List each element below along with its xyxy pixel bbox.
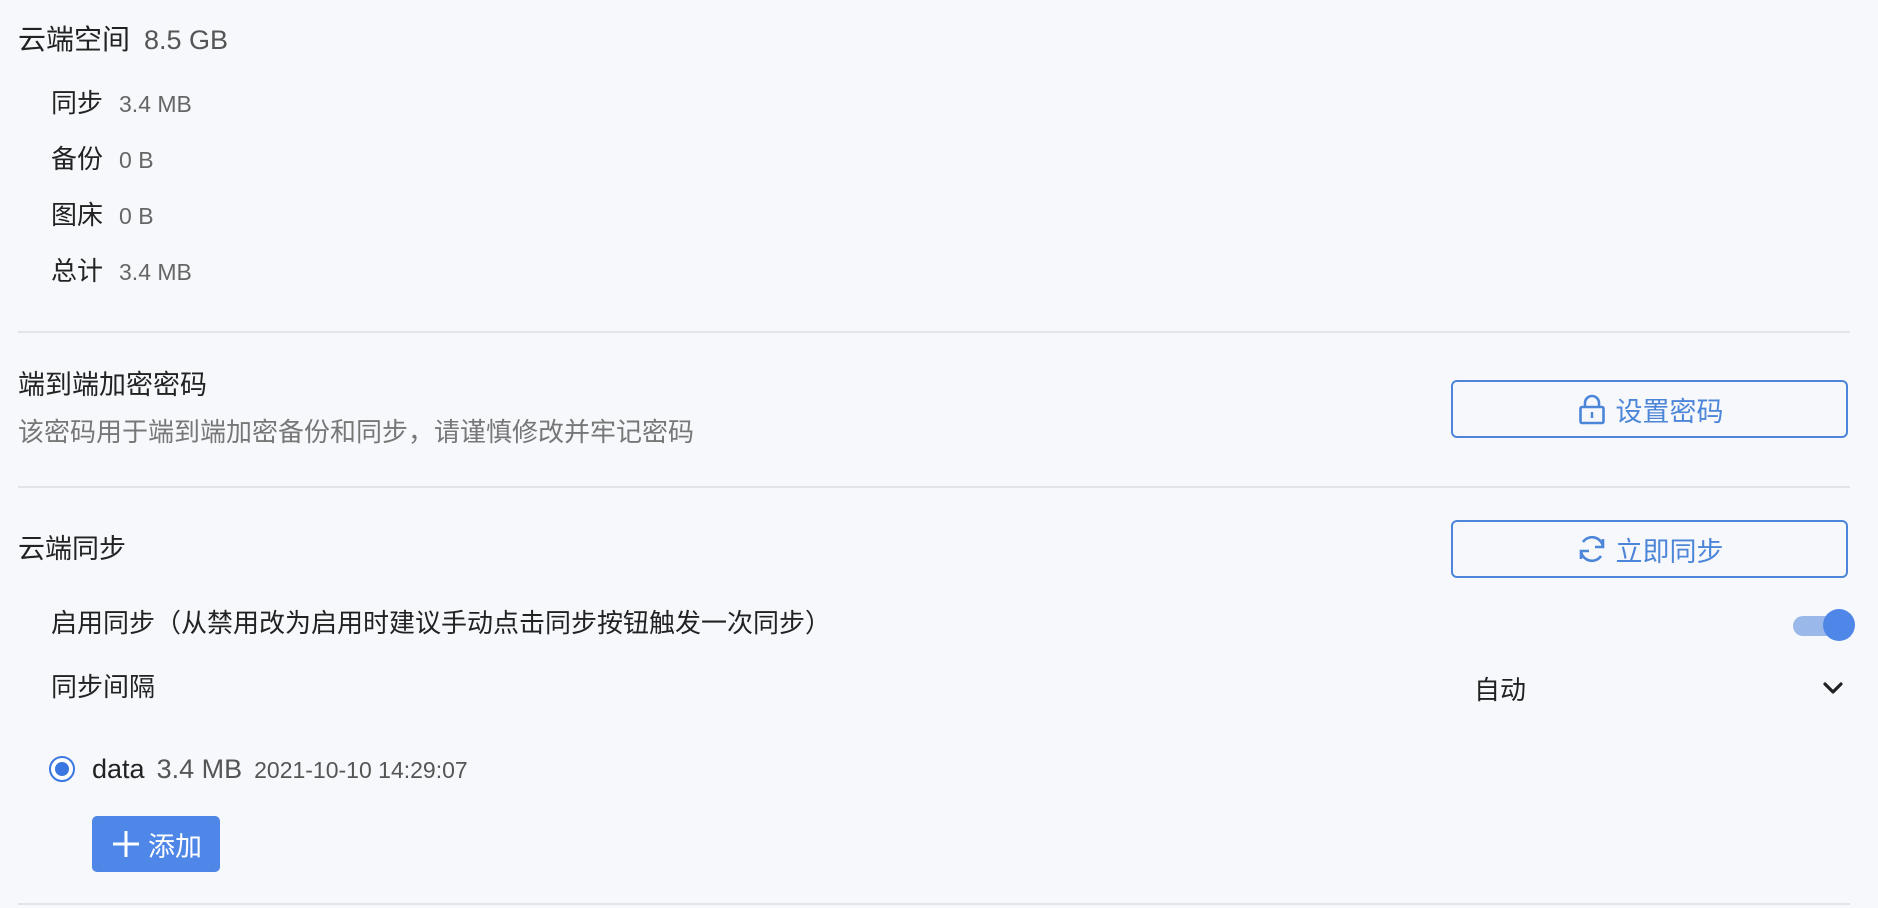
section-divider (18, 903, 1850, 905)
storage-row-image-host: 图床 0 B (51, 197, 154, 233)
storage-row-label: 总计 (51, 256, 104, 286)
sync-interval-label: 同步间隔 (51, 672, 156, 702)
storage-row-label: 同步 (51, 88, 104, 118)
radio-selected-dot (55, 762, 69, 776)
sync-interval-value: 自动 (1474, 674, 1527, 705)
set-password-button[interactable]: 设置密码 (1451, 380, 1848, 438)
storage-row-value: 0 B (119, 147, 154, 173)
sync-now-button[interactable]: 立即同步 (1451, 520, 1848, 578)
plus-icon (110, 828, 142, 860)
add-button[interactable]: 添加 (92, 816, 220, 872)
storage-row-backup: 备份 0 B (51, 141, 154, 177)
storage-total: 8.5 GB (144, 25, 229, 55)
lock-icon (1576, 393, 1608, 425)
storage-title: 云端空间 (18, 24, 131, 55)
toggle-knob (1823, 609, 1855, 641)
data-entry-radio[interactable] (49, 756, 75, 782)
storage-row-total: 总计 3.4 MB (51, 253, 192, 289)
storage-row-sync: 同步 3.4 MB (51, 85, 192, 121)
section-divider (18, 486, 1850, 488)
data-entry-size: 3.4 MB (156, 754, 243, 784)
encryption-description: 该密码用于端到端加密备份和同步，请谨慎修改并牢记密码 (18, 417, 695, 447)
chevron-down-icon (1820, 675, 1846, 701)
sync-interval-select[interactable]: 自动 (1460, 668, 1850, 708)
enable-sync-toggle[interactable] (1793, 608, 1857, 642)
data-entry-name: data (92, 754, 145, 784)
sync-now-label: 立即同步 (1615, 536, 1724, 567)
set-password-label: 设置密码 (1615, 396, 1724, 427)
add-button-label: 添加 (148, 831, 202, 862)
sync-icon (1576, 533, 1608, 565)
cloud-settings-page: 云端空间 8.5 GB 同步 3.4 MB 备份 0 B 图床 0 B 总计 3.4 MB… (0, 0, 1878, 908)
storage-row-value: 3.4 MB (119, 91, 192, 117)
storage-row-value: 3.4 MB (119, 259, 192, 285)
encryption-title: 端到端加密密码 (18, 370, 207, 400)
enable-sync-label: 启用同步（从禁用改为启用时建议手动点击同步按钮触发一次同步） (51, 608, 832, 638)
section-divider (18, 331, 1850, 333)
storage-row-label: 备份 (51, 144, 104, 174)
data-entry: data 3.4 MB 2021-10-10 14:29:07 (92, 751, 468, 787)
sync-title: 云端同步 (18, 534, 126, 564)
storage-row-label: 图床 (51, 200, 104, 230)
storage-header: 云端空间 8.5 GB (18, 22, 228, 58)
data-entry-time: 2021-10-10 14:29:07 (254, 757, 468, 783)
storage-row-value: 0 B (119, 203, 154, 229)
